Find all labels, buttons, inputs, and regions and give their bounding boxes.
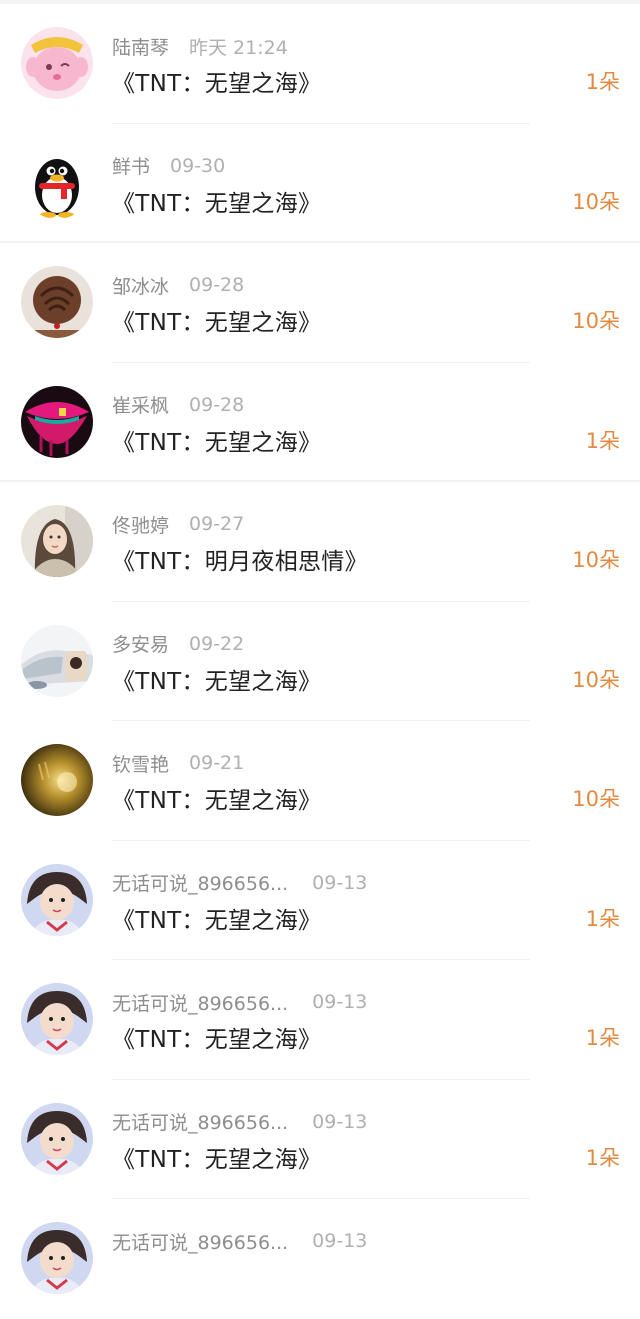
flower-count: 1朵	[585, 906, 620, 931]
book-title[interactable]: 《TNT：明月夜相思情》	[112, 542, 368, 576]
send-date: 09-13	[312, 1110, 368, 1133]
list-item[interactable]: 鲜书 09-30 《TNT：无望之海》 10朵	[0, 124, 640, 243]
flower-count: 1朵	[585, 428, 620, 453]
child-photo-avatar[interactable]	[21, 983, 93, 1055]
list-item[interactable]: 无话可说_896656... 09-13 《TNT：无望之海》 1朵	[0, 841, 640, 960]
pink-lips-avatar[interactable]	[21, 385, 93, 458]
send-date: 09-28	[189, 274, 245, 296]
item-meta: 鲜书 09-30	[112, 152, 225, 180]
item-meta: 崔采枫 09-28	[112, 391, 244, 419]
sender-name[interactable]: 无话可说_896656...	[112, 1228, 288, 1255]
girl-photo-avatar[interactable]	[21, 505, 93, 577]
child-photo-avatar[interactable]	[21, 1222, 93, 1294]
pink-cartoon-avatar[interactable]	[21, 27, 93, 99]
sender-name[interactable]: 钦雪艳	[112, 750, 169, 777]
item-meta: 无话可说_896656... 09-13	[112, 869, 367, 897]
book-title[interactable]: 《TNT：无望之海》	[112, 303, 321, 337]
send-date: 09-28	[189, 393, 245, 416]
flower-count: 10朵	[572, 667, 620, 692]
qq-penguin-avatar[interactable]	[21, 146, 93, 219]
child-photo-avatar[interactable]	[21, 1102, 93, 1175]
send-date: 09-22	[189, 632, 245, 655]
flower-count: 10朵	[572, 548, 620, 572]
sender-name[interactable]: 邹冰冰	[112, 272, 169, 299]
list-item[interactable]: 多安易 09-22 《TNT：无望之海》 10朵	[0, 602, 640, 721]
sender-name[interactable]: 无话可说_896656...	[112, 1108, 288, 1135]
list-item[interactable]: 陆南琴 昨天 21:24 《TNT：无望之海》 1朵	[0, 4, 640, 124]
flower-count: 1朵	[585, 1026, 620, 1050]
book-title[interactable]: 《TNT：无望之海》	[112, 184, 321, 218]
item-meta: 无话可说_896656... 09-13	[112, 988, 367, 1016]
item-meta: 佟驰婷 09-27	[112, 510, 244, 538]
send-date: 09-13	[312, 871, 368, 894]
flower-count: 10朵	[572, 309, 620, 333]
item-meta: 陆南琴 昨天 21:24	[112, 32, 288, 60]
brown-rose-avatar[interactable]	[21, 266, 93, 338]
sender-name[interactable]: 佟驰婷	[112, 511, 169, 538]
list-item[interactable]: 崔采枫 09-28 《TNT：无望之海》 1朵	[0, 363, 640, 482]
book-title[interactable]: 《TNT：无望之海》	[112, 1140, 321, 1174]
sender-name[interactable]: 多安易	[112, 630, 169, 657]
golden-glow-avatar[interactable]	[21, 744, 93, 816]
item-meta: 邹冰冰 09-28	[112, 271, 244, 299]
child-photo-avatar[interactable]	[21, 863, 93, 936]
book-title[interactable]: 《TNT：无望之海》	[112, 901, 321, 935]
list-item[interactable]: 无话可说_896656... 09-13	[0, 1199, 640, 1319]
send-date: 09-27	[189, 513, 245, 535]
book-title[interactable]: 《TNT：无望之海》	[112, 423, 321, 457]
sender-name[interactable]: 无话可说_896656...	[112, 989, 288, 1016]
sender-name[interactable]: 无话可说_896656...	[112, 869, 288, 896]
list-item[interactable]: 无话可说_896656... 09-13 《TNT：无望之海》 1朵	[0, 960, 640, 1080]
sender-name[interactable]: 崔采枫	[112, 391, 169, 418]
flower-count: 1朵	[585, 70, 620, 94]
item-meta: 钦雪艳 09-21	[112, 749, 244, 777]
book-title[interactable]: 《TNT：无望之海》	[112, 662, 321, 696]
item-meta: 无话可说_896656... 09-13	[112, 1227, 367, 1255]
send-date: 09-13	[312, 1230, 368, 1252]
list-item[interactable]: 无话可说_896656... 09-13 《TNT：无望之海》 1朵	[0, 1080, 640, 1199]
flower-count: 10朵	[572, 787, 620, 811]
book-title[interactable]: 《TNT：无望之海》	[112, 1020, 321, 1054]
sender-name[interactable]: 鲜书	[112, 152, 150, 179]
send-date: 09-30	[170, 154, 226, 177]
list-item[interactable]: 佟驰婷 09-27 《TNT：明月夜相思情》 10朵	[0, 482, 640, 602]
item-meta: 无话可说_896656... 09-13	[112, 1108, 367, 1136]
book-title[interactable]: 《TNT：无望之海》	[112, 781, 321, 815]
flower-count: 10朵	[572, 189, 620, 214]
item-meta: 多安易 09-22	[112, 630, 244, 658]
list-item[interactable]: 钦雪艳 09-21 《TNT：无望之海》 10朵	[0, 721, 640, 841]
book-title[interactable]: 《TNT：无望之海》	[112, 64, 321, 98]
list-item[interactable]: 邹冰冰 09-28 《TNT：无望之海》 10朵	[0, 243, 640, 363]
flower-count: 1朵	[585, 1145, 620, 1170]
gift-record-list: 陆南琴 昨天 21:24 《TNT：无望之海》 1朵 鲜书 09-30 《TNT…	[0, 4, 640, 1319]
send-date: 昨天 21:24	[189, 36, 288, 59]
send-date: 09-13	[312, 991, 368, 1013]
send-date: 09-21	[189, 752, 245, 774]
sender-name[interactable]: 陆南琴	[112, 33, 169, 60]
car-photo-avatar[interactable]	[21, 624, 93, 697]
